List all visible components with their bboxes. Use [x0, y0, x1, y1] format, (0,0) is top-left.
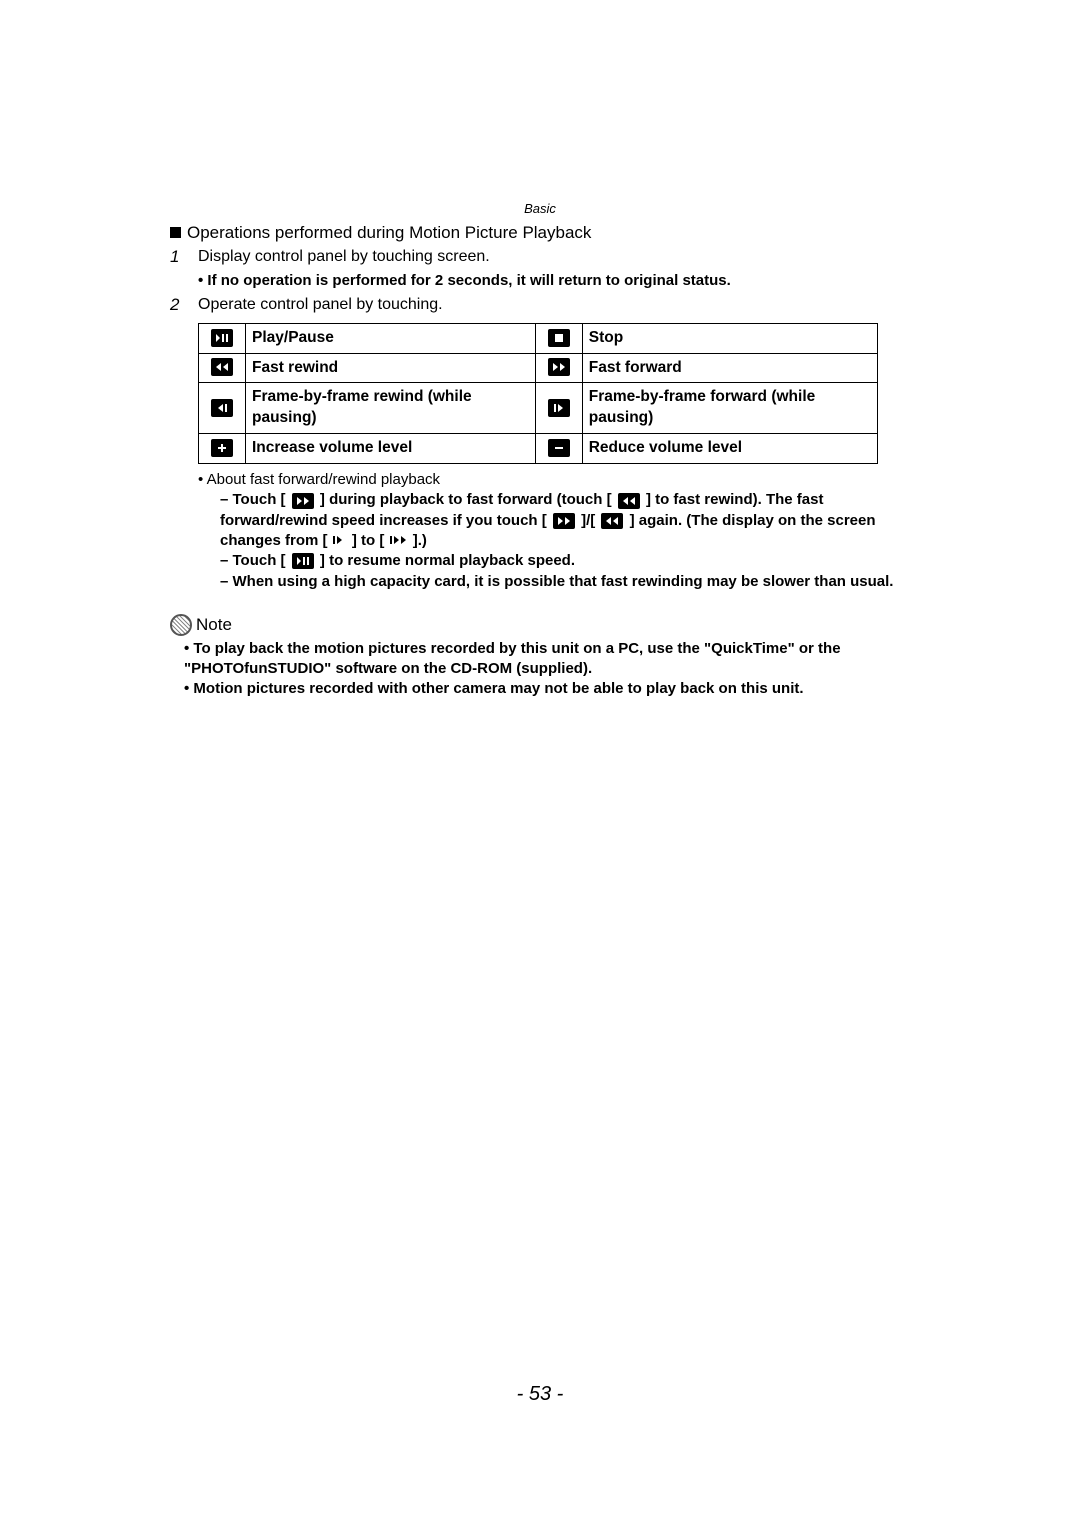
speed1-icon — [332, 532, 352, 549]
ff-text: ] to [ — [352, 532, 384, 549]
icon-cell — [535, 434, 582, 464]
fast-forward-icon — [553, 513, 575, 529]
square-bullet-icon — [170, 227, 181, 238]
volume-down-icon — [548, 439, 570, 457]
note-bullet-1: • To play back the motion pictures recor… — [184, 639, 910, 680]
step-1-text: Display control panel by touching screen… — [198, 246, 910, 268]
fast-rewind-icon — [211, 358, 233, 376]
header-section-label: Basic — [170, 200, 910, 218]
icon-cell — [535, 323, 582, 353]
ff-text: ].) — [413, 532, 427, 549]
page-content: Basic Operations performed during Motion… — [0, 0, 1080, 700]
fast-forward-icon — [548, 358, 570, 376]
table-row: Play/Pause Stop — [199, 323, 878, 353]
step-2-text: Operate control panel by touching. — [198, 294, 910, 316]
play-pause-label: Play/Pause — [246, 323, 536, 353]
frame-rewind-icon — [211, 399, 233, 417]
icon-cell — [199, 383, 246, 434]
note-title: Note — [196, 614, 232, 637]
ff-text: ]/[ — [581, 512, 595, 529]
volume-up-icon — [211, 439, 233, 457]
section-title: Operations performed during Motion Pictu… — [170, 222, 910, 245]
fast-rewind-icon — [618, 493, 640, 509]
step-1-bullet: • If no operation is performed for 2 sec… — [198, 271, 910, 291]
ff-note-3: – When using a high capacity card, it is… — [220, 572, 910, 592]
fast-rewind-label: Fast rewind — [246, 353, 536, 383]
icon-cell — [199, 434, 246, 464]
ff-text: – Touch [ — [220, 491, 286, 508]
step-1: 1 Display control panel by touching scre… — [170, 246, 910, 269]
step-1-num: 1 — [170, 246, 198, 269]
table-row: Fast rewind Fast forward — [199, 353, 878, 383]
note-icon — [170, 614, 192, 636]
fast-rewind-icon — [601, 513, 623, 529]
speed2-icon — [389, 532, 413, 549]
ff-note-2: – Touch [ ] to resume normal playback sp… — [220, 551, 910, 571]
note-header: Note — [170, 614, 910, 637]
frame-forward-icon — [548, 399, 570, 417]
play-pause-icon — [211, 329, 233, 347]
icon-cell — [199, 353, 246, 383]
stop-icon — [548, 329, 570, 347]
stop-label: Stop — [582, 323, 877, 353]
table-row: Increase volume level Reduce volume leve… — [199, 434, 878, 464]
ff-text: – Touch [ — [220, 552, 286, 569]
ff-text: ] during playback to fast forward (touch… — [320, 491, 612, 508]
fast-forward-icon — [292, 493, 314, 509]
step-2-num: 2 — [170, 294, 198, 317]
page-number: - 53 - — [0, 1383, 1080, 1406]
title-text: Operations performed during Motion Pictu… — [187, 223, 591, 242]
frame-forward-label: Frame-by-frame forward (while pausing) — [582, 383, 877, 434]
about-ff-rewind: • About fast forward/rewind playback — [198, 470, 910, 490]
icon-cell — [199, 323, 246, 353]
note-bullet-2: • Motion pictures recorded with other ca… — [184, 679, 910, 699]
icon-cell — [535, 383, 582, 434]
control-panel-table: Play/Pause Stop Fast rewind Fast forward — [198, 323, 878, 465]
icon-cell — [535, 353, 582, 383]
ff-text: ] to resume normal playback speed. — [320, 552, 575, 569]
ff-note-1: – Touch [ ] during playback to fast forw… — [220, 490, 910, 551]
fast-forward-label: Fast forward — [582, 353, 877, 383]
table-row: Frame-by-frame rewind (while pausing) Fr… — [199, 383, 878, 434]
step-2: 2 Operate control panel by touching. — [170, 294, 910, 317]
play-pause-icon — [292, 553, 314, 569]
note-section: Note • To play back the motion pictures … — [170, 614, 910, 700]
frame-rewind-label: Frame-by-frame rewind (while pausing) — [246, 383, 536, 434]
volume-down-label: Reduce volume level — [582, 434, 877, 464]
volume-up-label: Increase volume level — [246, 434, 536, 464]
